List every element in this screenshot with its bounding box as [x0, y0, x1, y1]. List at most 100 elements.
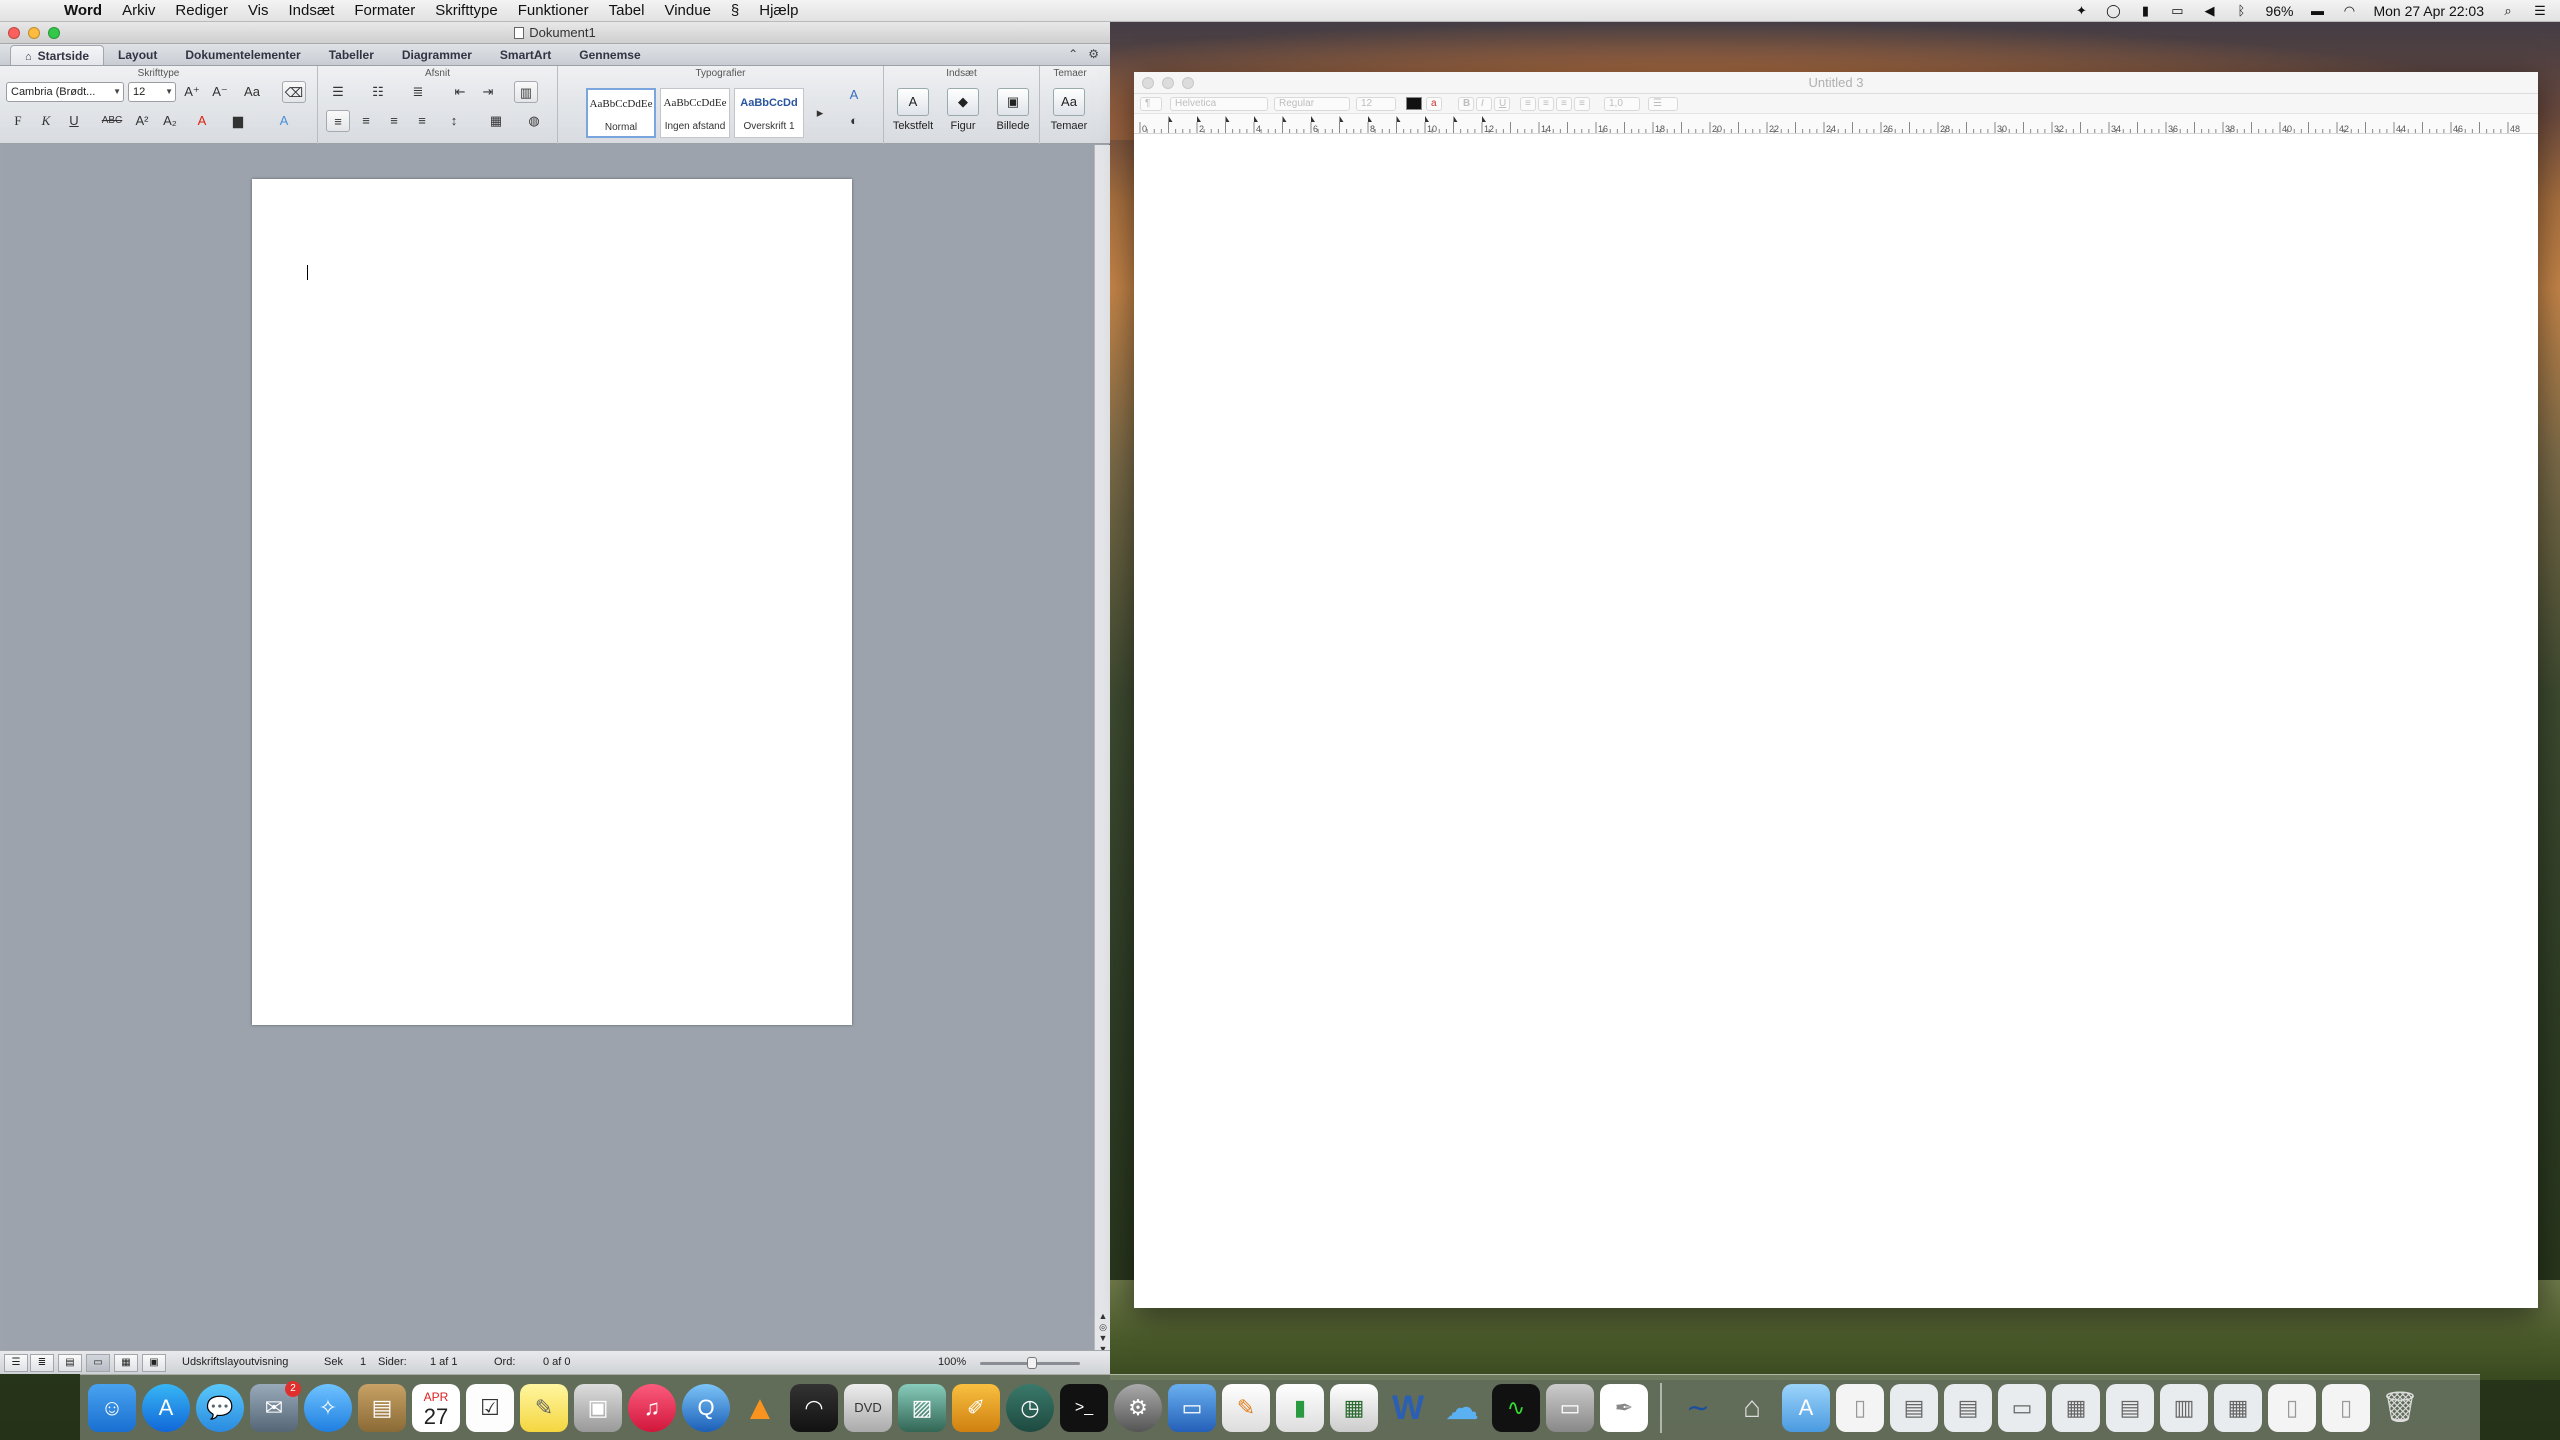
paragraph-styles-popup[interactable]: ¶ [1140, 97, 1162, 111]
tab-stop-marker[interactable] [1197, 116, 1201, 122]
tab-startside[interactable]: ⌂ Startside [10, 45, 105, 65]
menu-formater[interactable]: Formater [344, 0, 425, 22]
vertical-scrollbar[interactable]: ▲ ◎ ▼ ▼ [1094, 145, 1110, 1355]
textedit-icon[interactable]: ✒ [1600, 1383, 1648, 1432]
calendar-icon[interactable]: APR 27 [412, 1383, 460, 1432]
menu-rediger[interactable]: Rediger [165, 0, 238, 22]
tab-layout[interactable]: Layout [104, 45, 171, 65]
menu-skrifttype[interactable]: Skrifttype [425, 0, 508, 22]
tab-dokumentelementer[interactable]: Dokumentelementer [171, 45, 314, 65]
tab-diagrammer[interactable]: Diagrammer [388, 45, 486, 65]
notification-center-icon[interactable]: ☰ [2532, 3, 2548, 19]
font-size-combo[interactable]: 12 ▼ [128, 82, 176, 102]
align-right-icon[interactable]: ≡ [382, 110, 406, 132]
subscript-button[interactable]: A₂ [158, 110, 182, 132]
collapse-ribbon-icon[interactable]: ⌃ [1068, 47, 1078, 61]
audio-bars-icon[interactable]: ▮ [2137, 3, 2153, 19]
tab-gennemse[interactable]: Gennemse [565, 45, 654, 65]
safari-icon[interactable]: ✧ [304, 1383, 352, 1432]
window-thumbnail-3-icon[interactable]: ▦ [2052, 1383, 2100, 1432]
outline-view-button[interactable]: ≣ [30, 1354, 54, 1372]
cloud-icon[interactable]: ☁ [1438, 1384, 1486, 1432]
contacts-icon[interactable]: ▤ [358, 1383, 406, 1432]
time-machine-icon[interactable]: ◷ [1006, 1383, 1054, 1432]
minimize-button[interactable] [1162, 77, 1174, 89]
tab-stop-marker[interactable] [1282, 116, 1287, 122]
menu-clock[interactable]: Mon 27 Apr 22:03 [2373, 3, 2484, 19]
focus-view-button[interactable]: ▣ [142, 1354, 166, 1372]
wifi-icon[interactable]: ◠ [2341, 3, 2357, 19]
decrease-indent-icon[interactable]: ⇤ [448, 81, 472, 103]
font-color-icon[interactable]: A [190, 110, 214, 132]
notebook-view-button[interactable]: ▦ [114, 1354, 138, 1372]
menu-funktioner[interactable]: Funktioner [508, 0, 599, 22]
zoom-button[interactable] [1182, 77, 1194, 89]
style-normal[interactable]: AaBbCcDdEe Normal [586, 88, 656, 138]
style-ingen-afstand[interactable]: AaBbCcDdEe Ingen afstand [660, 88, 730, 138]
activity-monitor-icon[interactable]: ∿ [1492, 1383, 1540, 1432]
tab-stop-marker[interactable] [1482, 116, 1486, 122]
close-button[interactable] [1142, 77, 1154, 89]
grow-font-icon[interactable]: A⁺ [180, 81, 204, 103]
textbox-button[interactable]: A Tekstfelt [890, 88, 936, 132]
align-center-icon[interactable]: ≡ [1538, 97, 1554, 111]
system-preferences-icon[interactable]: ⚙ [1114, 1383, 1162, 1432]
wireless-diagnostics-icon[interactable]: ◠ [790, 1383, 838, 1432]
iphoto-icon[interactable]: ▨ [898, 1383, 946, 1432]
font-style-popup[interactable]: Regular [1274, 97, 1350, 111]
font-family-popup[interactable]: Helvetica [1170, 97, 1268, 111]
clear-formatting-icon[interactable]: ⌫ [282, 81, 306, 103]
document-stack-icon[interactable]: ▯ [1836, 1383, 1884, 1432]
align-center-icon[interactable]: ≡ [354, 110, 378, 132]
minimize-button[interactable] [28, 27, 40, 39]
tab-stop-marker[interactable] [1453, 116, 1458, 122]
align-right-icon[interactable]: ≡ [1556, 97, 1572, 111]
applications-folder-icon[interactable]: A [1782, 1383, 1830, 1432]
tab-stop-marker[interactable] [1311, 116, 1315, 122]
home-folder-icon[interactable]: ⌂ [1728, 1384, 1776, 1432]
italic-button[interactable]: I [1476, 97, 1492, 111]
line-spacing-popup[interactable]: 1,0 [1604, 97, 1640, 111]
menu-vindue[interactable]: Vindue [654, 0, 720, 22]
bullets-icon[interactable]: ☰ [326, 81, 350, 103]
signature-app-icon[interactable]: ∼ [1674, 1384, 1722, 1432]
reminders-icon[interactable]: ☑ [466, 1383, 514, 1432]
volume-icon[interactable]: ◀ [2201, 3, 2217, 19]
window-thumbnail-2-icon[interactable]: ▭ [1998, 1383, 2046, 1432]
keynote-icon[interactable]: ▭ [1168, 1383, 1216, 1432]
bluetooth-icon[interactable]: ᛒ [2233, 3, 2249, 19]
shrink-font-icon[interactable]: A⁻ [208, 81, 232, 103]
window-thumbnail-8-icon[interactable]: ▯ [2322, 1383, 2370, 1432]
menu-indsaet[interactable]: Indsæt [279, 0, 345, 22]
notes-icon[interactable]: ✎ [520, 1383, 568, 1432]
font-size-popup[interactable]: 12 [1356, 97, 1396, 111]
itunes-icon[interactable]: ♫ [628, 1383, 676, 1432]
tab-stop-marker[interactable] [1368, 116, 1372, 122]
multilevel-list-icon[interactable]: ≣ [406, 81, 430, 103]
preview-icon[interactable]: ▣ [574, 1383, 622, 1432]
highlight-color-icon[interactable]: ▆ [226, 110, 250, 132]
window-thumbnail-1-icon[interactable]: ▤ [1944, 1383, 1992, 1432]
ribbon-settings-gear-icon[interactable]: ⚙ [1088, 47, 1099, 61]
window-thumbnail-4-icon[interactable]: ▤ [2106, 1383, 2154, 1432]
align-left-icon[interactable]: ≡ [326, 110, 350, 132]
tab-stop-marker[interactable] [1339, 116, 1344, 122]
app-store-icon[interactable]: A [142, 1383, 190, 1432]
window-thumbnail-5-icon[interactable]: ▥ [2160, 1383, 2208, 1432]
underline-button[interactable]: U [62, 110, 86, 132]
zoom-slider-knob[interactable] [1027, 1357, 1037, 1369]
styles-more-arrow-icon[interactable]: ▸ [808, 102, 832, 124]
vlc-icon[interactable]: ▲ [736, 1384, 784, 1432]
numbers-icon[interactable]: ▮ [1276, 1383, 1324, 1432]
textedit-ruler[interactable]: 0 2 4 6 8 10 12 14 16 18 20 22 24 26 28 30 32 34 36 38 40 42 4… [1134, 114, 2538, 134]
zoom-button[interactable] [48, 27, 60, 39]
pages-icon[interactable]: ✐ [952, 1383, 1000, 1432]
battery-icon[interactable]: ▬ [2309, 3, 2325, 19]
align-left-icon[interactable]: ≡ [1520, 97, 1536, 111]
document-page[interactable] [252, 179, 852, 1025]
picture-button[interactable]: ▣ Billede [990, 88, 1036, 132]
text-effects-icon[interactable]: A [272, 110, 296, 132]
style-pane-icon[interactable]: A [842, 84, 866, 106]
numbering-icon[interactable]: ☷ [366, 81, 390, 103]
apple-menu-icon[interactable] [18, 0, 40, 22]
